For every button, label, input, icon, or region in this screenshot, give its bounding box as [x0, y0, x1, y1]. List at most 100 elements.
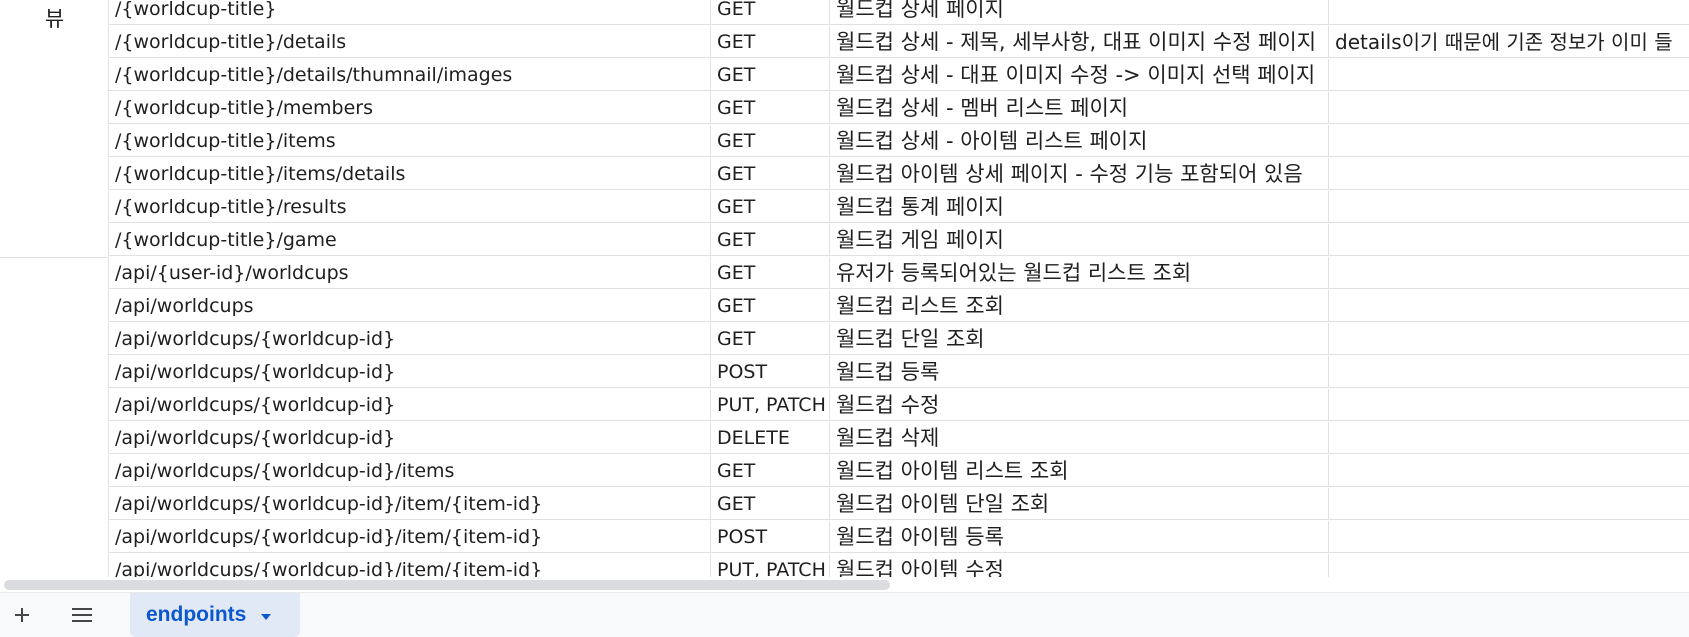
cell-group[interactable] — [0, 191, 109, 223]
cell-group[interactable] — [0, 488, 109, 520]
cell-path[interactable]: /{worldcup-title}/results — [109, 191, 711, 223]
horizontal-scrollbar[interactable] — [0, 577, 1689, 592]
cell-note[interactable] — [1329, 191, 1689, 223]
cell-group[interactable] — [0, 323, 109, 355]
table-row: /api/{user-id}/worldcups GET 유저가 등록되어있는 월드… — [0, 257, 1689, 290]
cell-method[interactable]: GET — [711, 26, 830, 58]
cell-description[interactable]: 월드컵 상세 - 멤버 리스트 페이지 — [830, 92, 1329, 124]
cell-group[interactable] — [0, 257, 109, 289]
cell-method[interactable]: DELETE — [711, 422, 830, 454]
cell-description[interactable]: 월드컵 상세 페이지 — [830, 0, 1329, 25]
cell-note[interactable]: details이기 때문에 기존 정보가 이미 들 — [1329, 26, 1689, 58]
spreadsheet-grid[interactable]: /{worldcup-title} GET 월드컵 상세 페이지/{worldcup… — [0, 0, 1689, 577]
cell-method[interactable]: GET — [711, 455, 830, 487]
cell-note[interactable] — [1329, 389, 1689, 421]
cell-description[interactable]: 월드컵 아이템 단일 조회 — [830, 488, 1329, 520]
cell-method[interactable]: GET — [711, 125, 830, 157]
cell-note[interactable] — [1329, 455, 1689, 487]
cell-note[interactable] — [1329, 323, 1689, 355]
cell-note[interactable] — [1329, 125, 1689, 157]
cell-group[interactable] — [0, 125, 109, 157]
cell-path[interactable]: /api/worldcups/{worldcup-id} — [109, 323, 711, 355]
cell-path[interactable]: /{worldcup-title} — [109, 0, 711, 25]
cell-path[interactable]: /api/worldcups — [109, 290, 711, 322]
cell-path[interactable]: /{worldcup-title}/details — [109, 26, 711, 58]
cell-note[interactable] — [1329, 356, 1689, 388]
cell-method[interactable]: GET — [711, 488, 830, 520]
cell-description[interactable]: 월드컵 아이템 등록 — [830, 521, 1329, 553]
cell-method[interactable]: GET — [711, 257, 830, 289]
cell-description[interactable]: 월드컵 리스트 조회 — [830, 290, 1329, 322]
cell-path[interactable]: /{worldcup-title}/items — [109, 125, 711, 157]
cell-description[interactable]: 월드컵 단일 조회 — [830, 323, 1329, 355]
cell-note[interactable] — [1329, 521, 1689, 553]
cell-method[interactable]: GET — [711, 92, 830, 124]
cell-group[interactable] — [0, 158, 109, 190]
cell-description[interactable]: 월드컵 게임 페이지 — [830, 224, 1329, 256]
cell-description[interactable]: 월드컵 삭제 — [830, 422, 1329, 454]
cell-path[interactable]: /api/worldcups/{worldcup-id} — [109, 422, 711, 454]
cell-description[interactable]: 월드컵 아이템 리스트 조회 — [830, 455, 1329, 487]
cell-note[interactable] — [1329, 257, 1689, 289]
cell-description[interactable]: 월드컵 상세 - 대표 이미지 수정 -> 이미지 선택 페이지 — [830, 59, 1329, 91]
cell-note[interactable] — [1329, 158, 1689, 190]
cell-note[interactable] — [1329, 554, 1689, 577]
cell-method[interactable]: PUT, PATCH — [711, 554, 830, 577]
cell-path[interactable]: /{worldcup-title}/members — [109, 92, 711, 124]
table-row: /api/worldcups/{worldcup-id} POST 월드컵 등록 — [0, 356, 1689, 389]
cell-path[interactable]: /api/worldcups/{worldcup-id} — [109, 389, 711, 421]
cell-method[interactable]: GET — [711, 158, 830, 190]
cell-group[interactable] — [0, 59, 109, 91]
cell-path[interactable]: /api/worldcups/{worldcup-id}/items — [109, 455, 711, 487]
cell-group[interactable] — [0, 389, 109, 421]
cell-method[interactable]: GET — [711, 59, 830, 91]
cell-note[interactable] — [1329, 290, 1689, 322]
cell-group[interactable] — [0, 92, 109, 124]
cell-method[interactable]: GET — [711, 0, 830, 25]
cell-path[interactable]: /api/worldcups/{worldcup-id}/item/{item-… — [109, 521, 711, 553]
cell-method[interactable]: GET — [711, 323, 830, 355]
cell-method[interactable]: POST — [711, 521, 830, 553]
cell-note[interactable] — [1329, 0, 1689, 25]
cell-description[interactable]: 월드컵 아이템 상세 페이지 - 수정 기능 포함되어 있음 — [830, 158, 1329, 190]
cell-path[interactable]: /{worldcup-title}/details/thumnail/image… — [109, 59, 711, 91]
cell-group[interactable] — [0, 356, 109, 388]
cell-path[interactable]: /api/{user-id}/worldcups — [109, 257, 711, 289]
cell-path[interactable]: /{worldcup-title}/items/details — [109, 158, 711, 190]
cell-note[interactable] — [1329, 488, 1689, 520]
caret-down-icon[interactable] — [260, 603, 272, 627]
cell-description[interactable]: 월드컵 등록 — [830, 356, 1329, 388]
cell-path[interactable]: /api/worldcups/{worldcup-id}/item/{item-… — [109, 554, 711, 577]
cell-description[interactable]: 월드컵 수정 — [830, 389, 1329, 421]
cell-path-text: /api/worldcups/{worldcup-id} — [115, 394, 396, 416]
cell-group[interactable] — [0, 521, 109, 553]
cell-group[interactable] — [0, 224, 109, 256]
cell-group[interactable] — [0, 554, 109, 577]
cell-note[interactable] — [1329, 92, 1689, 124]
cell-method[interactable]: GET — [711, 191, 830, 223]
cell-note[interactable] — [1329, 59, 1689, 91]
cell-description[interactable]: 월드컵 상세 - 제목, 세부사항, 대표 이미지 수정 페이지 — [830, 26, 1329, 58]
cell-group[interactable] — [0, 455, 109, 487]
cell-method[interactable]: GET — [711, 224, 830, 256]
plus-icon[interactable] — [2, 593, 42, 637]
cell-description[interactable]: 월드컵 통계 페이지 — [830, 191, 1329, 223]
menu-icon[interactable] — [62, 593, 102, 637]
cell-method[interactable]: GET — [711, 290, 830, 322]
cell-method[interactable]: PUT, PATCH — [711, 389, 830, 421]
cell-path[interactable]: /api/worldcups/{worldcup-id} — [109, 356, 711, 388]
cell-group[interactable] — [0, 290, 109, 322]
cell-description[interactable]: 유저가 등록되어있는 월드컵 리스트 조회 — [830, 257, 1329, 289]
cell-note[interactable] — [1329, 224, 1689, 256]
cell-path[interactable]: /api/worldcups/{worldcup-id}/item/{item-… — [109, 488, 711, 520]
cell-method-text: GET — [717, 493, 756, 515]
cell-description[interactable]: 월드컵 아이템 수정 — [830, 554, 1329, 577]
cell-method-text: DELETE — [717, 427, 790, 449]
cell-group[interactable] — [0, 422, 109, 454]
sheet-tab-endpoints[interactable]: endpoints — [130, 593, 300, 637]
cell-method[interactable]: POST — [711, 356, 830, 388]
horizontal-scrollbar-thumb[interactable] — [4, 580, 890, 590]
cell-path[interactable]: /{worldcup-title}/game — [109, 224, 711, 256]
cell-description[interactable]: 월드컵 상세 - 아이템 리스트 페이지 — [830, 125, 1329, 157]
cell-note[interactable] — [1329, 422, 1689, 454]
